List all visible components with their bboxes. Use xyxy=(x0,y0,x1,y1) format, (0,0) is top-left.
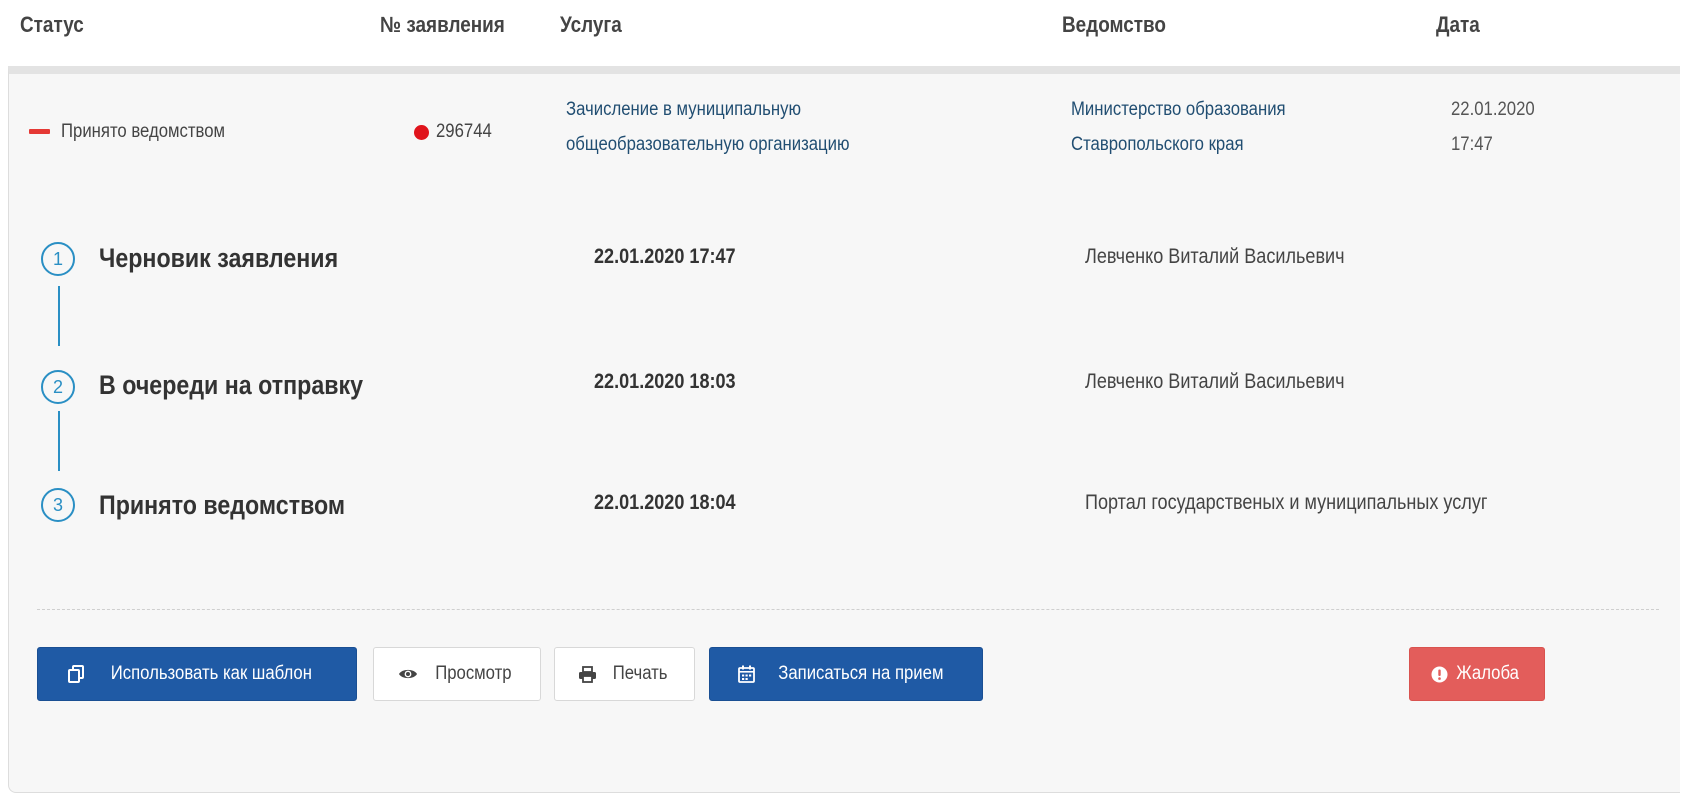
print-icon xyxy=(578,665,596,683)
table-header: Статус № заявления Услуга Ведомство Дата xyxy=(0,0,1682,66)
header-date: Дата xyxy=(1436,12,1480,37)
step-person-3: Портал государственых и муниципальных ус… xyxy=(1085,491,1488,514)
step-datetime-2: 22.01.2020 18:03 xyxy=(594,370,736,393)
dot-icon xyxy=(414,125,429,140)
eye-icon xyxy=(398,669,417,679)
exclamation-circle-icon xyxy=(1431,666,1448,682)
service-line-2[interactable]: общеобразовательную организацию xyxy=(566,129,850,161)
view-button[interactable]: Просмотр xyxy=(373,647,541,701)
step-number-3: 3 xyxy=(41,488,75,522)
service-line-1[interactable]: Зачисление в муниципальную xyxy=(566,94,801,126)
timeline-connector xyxy=(58,286,60,346)
timeline-connector xyxy=(58,411,60,471)
header-number: № заявления xyxy=(380,12,505,37)
step-datetime-3: 22.01.2020 18:04 xyxy=(594,491,736,514)
date-line-2: 17:47 xyxy=(1451,134,1493,155)
complaint-label: Жалоба xyxy=(1456,663,1519,684)
status-text: Принято ведомством xyxy=(61,121,226,142)
complaint-button[interactable]: Жалоба xyxy=(1409,647,1545,701)
view-label: Просмотр xyxy=(434,663,512,684)
date-line-1: 22.01.2020 xyxy=(1451,99,1535,120)
application-card[interactable]: Принято ведомством 296744 Зачисление в м… xyxy=(8,66,1680,793)
header-status: Статус xyxy=(20,12,84,37)
book-appointment-button[interactable]: Записаться на прием xyxy=(709,647,983,701)
step-title-3: Принято ведомством xyxy=(99,490,346,520)
step-number-1: 1 xyxy=(41,242,75,276)
print-label: Печать xyxy=(612,663,668,684)
step-number-2: 2 xyxy=(41,370,75,404)
calendar-icon xyxy=(737,665,755,683)
use-as-template-button[interactable]: Использовать как шаблон xyxy=(37,647,357,701)
print-button[interactable]: Печать xyxy=(554,647,695,701)
header-agency: Ведомство xyxy=(1062,12,1166,37)
book-appointment-label: Записаться на прием xyxy=(777,663,944,684)
agency-line-1: Министерство образования xyxy=(1071,99,1286,120)
agency-line-2: Ставропольского края xyxy=(1071,134,1244,155)
header-service: Услуга xyxy=(560,12,622,37)
step-person-1: Левченко Виталий Васильевич xyxy=(1085,245,1345,268)
step-title-2: В очереди на отправку xyxy=(99,370,364,400)
use-as-template-label: Использовать как шаблон xyxy=(110,663,313,684)
divider xyxy=(37,609,1659,610)
application-number: 296744 xyxy=(436,121,492,142)
copy-icon xyxy=(68,665,85,683)
step-person-2: Левченко Виталий Васильевич xyxy=(1085,370,1345,393)
step-datetime-1: 22.01.2020 17:47 xyxy=(594,245,736,268)
step-title-1: Черновик заявления xyxy=(99,243,339,273)
minus-icon[interactable] xyxy=(29,129,50,134)
